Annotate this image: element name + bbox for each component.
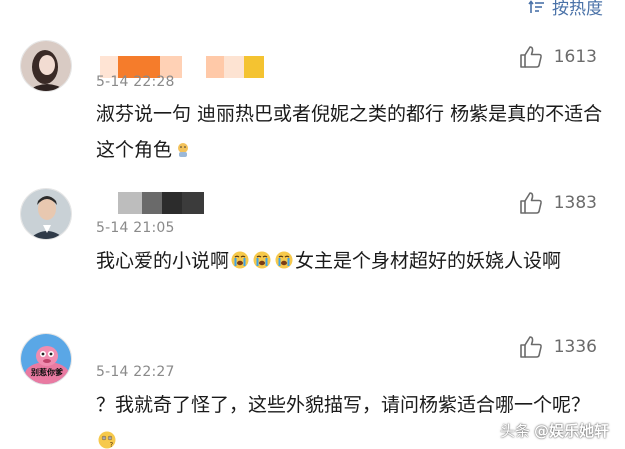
avatar[interactable]: 别惹你爹 <box>20 333 72 385</box>
watermark: 头条 @娱乐她轩 <box>500 420 609 441</box>
watermark-prefix: 头条 <box>499 422 530 440</box>
like-button[interactable]: 1613 <box>518 44 597 70</box>
crying-emoji-icon <box>252 246 272 269</box>
thumbs-up-icon <box>519 192 542 214</box>
thumbs-up-icon <box>519 336 542 358</box>
like-button[interactable]: 1336 <box>518 334 597 360</box>
like-count: 1383 <box>553 193 597 213</box>
comment-list: 按热度 5-14 22:28 1613 淑芬说一句 迪丽热巴或者倪妮之类的都行 … <box>0 0 625 449</box>
crying-emoji-icon <box>230 246 250 269</box>
avatar[interactable] <box>20 188 72 240</box>
sort-by-hot-button[interactable]: 按热度 <box>528 0 603 19</box>
thinking-emoji-icon: ? <box>97 426 117 449</box>
svg-text:?: ? <box>110 441 114 449</box>
sort-label: 按热度 <box>552 0 603 19</box>
watermark-handle: @娱乐她轩 <box>533 422 609 440</box>
like-count: 1613 <box>553 47 597 67</box>
like-button[interactable]: 1383 <box>518 190 597 216</box>
username-obscured[interactable] <box>118 192 204 214</box>
thumbs-up-icon <box>519 46 542 68</box>
avatar-caption: 别惹你爹 <box>31 368 63 377</box>
sweat-emoji-icon <box>173 135 193 157</box>
comment-text: 我心爱的小说啊 女主是个身材超好的妖娆人设啊 <box>96 243 606 279</box>
sort-icon <box>528 0 544 13</box>
like-count: 1336 <box>553 337 597 357</box>
crying-emoji-icon <box>274 246 294 269</box>
comment-text: 淑芬说一句 迪丽热巴或者倪妮之类的都行 杨紫是真的不适合这个角色 <box>96 103 603 161</box>
avatar[interactable] <box>20 40 72 92</box>
comment-time: 5-14 21:05 <box>96 220 175 236</box>
comment-time: 5-14 22:27 <box>96 364 175 380</box>
comment-time: 5-14 22:28 <box>96 74 175 90</box>
